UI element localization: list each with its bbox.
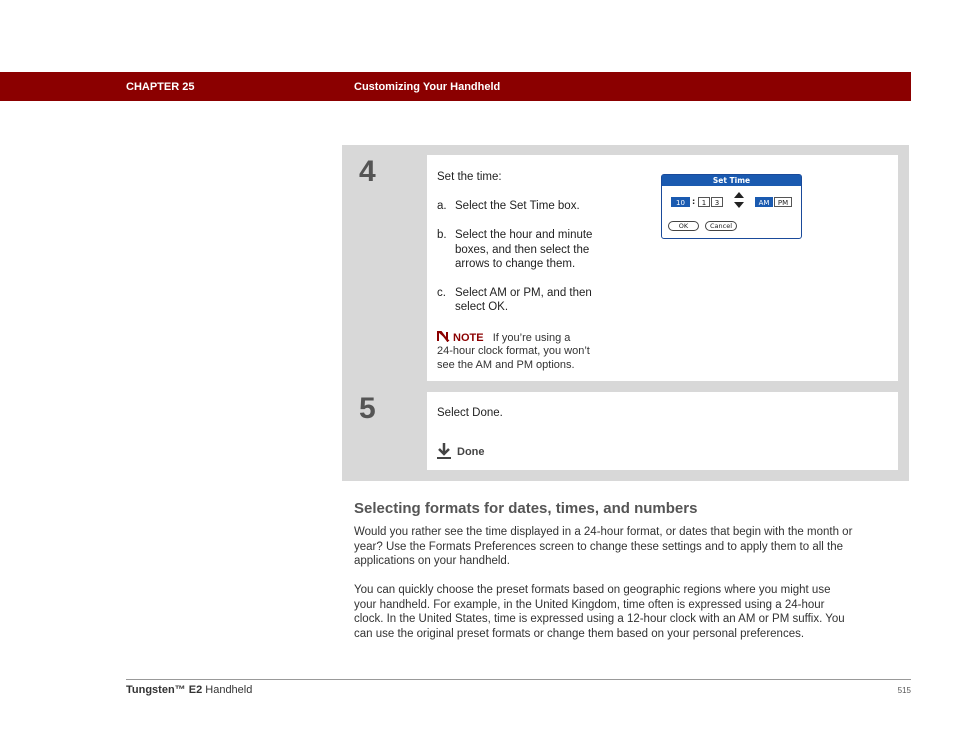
down-arrow-icon xyxy=(437,443,451,459)
dialog-title: Set Time xyxy=(662,175,801,186)
chapter-header-bar: CHAPTER 25 Customizing Your Handheld xyxy=(0,72,911,101)
footer-divider xyxy=(126,679,911,680)
chapter-title: Customizing Your Handheld xyxy=(354,81,501,93)
paragraph-1-line1: Would you rather see the time displayed … xyxy=(354,526,853,538)
page-number: 515 xyxy=(897,686,911,695)
step-number-4: 4 xyxy=(353,155,427,381)
hour-box[interactable]: 10 xyxy=(671,197,690,207)
step-4b-prefix: b. xyxy=(437,229,447,241)
step-4-body: Set the time: a. Select the Set Time box… xyxy=(427,155,898,381)
time-separator: : xyxy=(692,197,696,206)
footer-brand: Tungsten™ E2 xyxy=(126,684,203,696)
note: NOTE If you’re using a xyxy=(437,330,570,344)
paragraph-2-line1: You can quickly choose the preset format… xyxy=(354,584,831,596)
step-5-text: Select Done. xyxy=(437,407,503,419)
paragraph-1-line3: applications on your handheld. xyxy=(354,555,511,567)
note-line2: 24-hour clock format, you won’t xyxy=(437,345,590,357)
footer-product: Tungsten™ E2 Handheld xyxy=(126,684,252,696)
step-4a-text: Select the Set Time box. xyxy=(455,200,580,212)
note-line1: If you’re using a xyxy=(492,332,571,344)
step-4b-line2: boxes, and then select the xyxy=(455,244,590,256)
cancel-button[interactable]: Cancel xyxy=(705,221,737,231)
step-4a-prefix: a. xyxy=(437,200,447,212)
steps-panel: 4 Set the time: a. Select the Set Time b… xyxy=(342,145,909,481)
note-icon xyxy=(437,330,451,343)
set-time-dialog: Set Time 10 : 1 3 AM PM OK Cancel xyxy=(661,174,802,239)
minute-ones-box[interactable]: 3 xyxy=(711,197,723,207)
done-label: Done xyxy=(457,446,485,458)
pm-box[interactable]: PM xyxy=(774,197,792,207)
paragraph-2: You can quickly choose the preset format… xyxy=(354,583,914,641)
paragraph-2-line4: can use the original preset formats or c… xyxy=(354,627,805,640)
section-heading: Selecting formats for dates, times, and … xyxy=(354,500,698,517)
footer-product-name: Handheld xyxy=(202,684,253,696)
ok-button[interactable]: OK xyxy=(668,221,699,231)
up-down-arrows-icon[interactable] xyxy=(733,191,745,209)
paragraph-2-line2: your handheld. For example, in the Unite… xyxy=(354,598,825,611)
minute-tens-box[interactable]: 1 xyxy=(698,197,710,207)
step-4c-prefix: c. xyxy=(437,287,446,299)
chapter-number: CHAPTER 25 xyxy=(126,81,195,93)
step-5-body: Select Done. Done xyxy=(427,392,898,470)
step-4c-line2: select OK. xyxy=(455,301,509,313)
note-line3: see the AM and PM options. xyxy=(437,359,575,371)
note-label: NOTE xyxy=(453,332,484,344)
paragraph-2-line3: clock. In the United States, time is exp… xyxy=(354,613,845,625)
step-4b-line3: arrows to change them. xyxy=(455,258,576,270)
step-4c-line1: Select AM or PM, and then xyxy=(455,287,592,299)
am-box[interactable]: AM xyxy=(755,197,773,207)
step-number-5: 5 xyxy=(359,392,376,425)
done-instruction: Done xyxy=(437,442,485,459)
step-4b-line1: Select the hour and minute xyxy=(455,229,593,241)
paragraph-1: Would you rather see the time displayed … xyxy=(354,525,914,569)
step-4-intro: Set the time: xyxy=(437,171,502,183)
paragraph-1-line2: year? Use the Formats Preferences screen… xyxy=(354,540,844,553)
